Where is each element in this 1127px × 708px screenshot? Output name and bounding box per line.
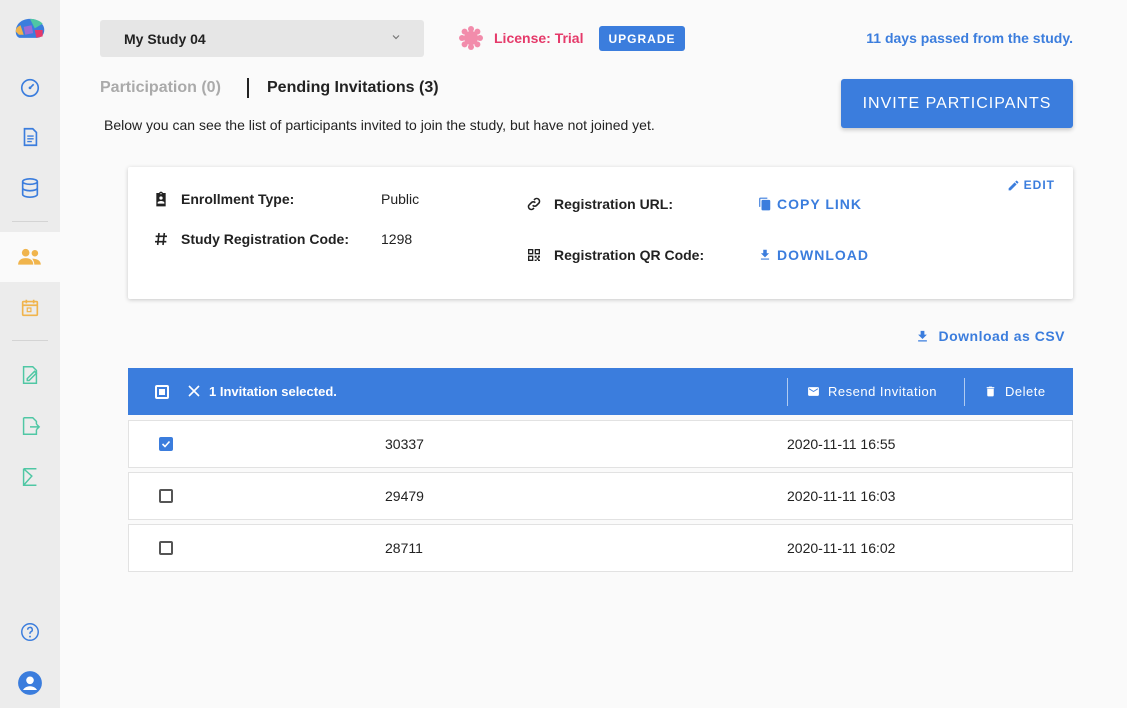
qr-code-icon xyxy=(528,249,540,261)
analytics-icon[interactable] xyxy=(0,457,60,497)
brain-logo-icon[interactable] xyxy=(0,10,60,50)
account-icon[interactable] xyxy=(0,663,60,703)
clear-selection-icon[interactable] xyxy=(187,384,201,398)
download-icon xyxy=(760,249,770,260)
edit-button[interactable]: EDIT xyxy=(1007,178,1055,192)
help-icon[interactable] xyxy=(0,612,60,652)
invitation-date: 2020-11-11 16:55 xyxy=(787,436,896,452)
registration-url-label: Registration URL: xyxy=(554,196,673,212)
tab-participation[interactable]: Participation (0) xyxy=(100,79,221,97)
trash-icon xyxy=(986,386,995,397)
copy-icon xyxy=(759,197,771,211)
tab-divider xyxy=(247,78,249,98)
study-days-info: 11 days passed from the study. xyxy=(866,30,1073,46)
row-checkbox[interactable] xyxy=(159,489,173,503)
study-selector-value: My Study 04 xyxy=(124,30,206,47)
download-csv-button[interactable]: Download as CSV xyxy=(915,328,1065,344)
document-icon[interactable] xyxy=(0,117,60,157)
copy-link-label: COPY LINK xyxy=(777,196,862,212)
hash-icon xyxy=(155,232,167,246)
pencil-icon xyxy=(1008,180,1019,190)
invitation-date: 2020-11-11 16:02 xyxy=(787,540,896,556)
enrollment-type-value: Public xyxy=(381,191,420,207)
participant-id: 29479 xyxy=(385,488,424,504)
export-icon[interactable] xyxy=(0,406,60,446)
row-checkbox[interactable] xyxy=(159,437,173,451)
delete-button[interactable]: Delete xyxy=(984,384,1046,399)
enrollment-type-label: Enrollment Type: xyxy=(181,191,295,207)
license-badge-icon xyxy=(459,26,483,50)
resend-invitation-button[interactable]: Resend Invitation xyxy=(807,384,937,399)
toolbar-divider xyxy=(964,378,965,406)
download-qr-button[interactable]: DOWNLOAD xyxy=(758,247,869,263)
copy-link-button[interactable]: COPY LINK xyxy=(758,196,862,212)
license-status: License: Trial xyxy=(494,30,584,46)
edit-label: EDIT xyxy=(1023,178,1055,192)
download-icon xyxy=(918,330,928,341)
participant-id: 28711 xyxy=(385,540,423,556)
invite-participants-button[interactable]: INVITE PARTICIPANTS xyxy=(841,79,1073,128)
sidebar-divider xyxy=(12,340,48,341)
database-icon[interactable] xyxy=(0,168,60,208)
tab-pending-invitations[interactable]: Pending Invitations (3) xyxy=(267,79,439,97)
calendar-icon[interactable] xyxy=(0,288,60,328)
page-description: Below you can see the list of participan… xyxy=(104,117,655,133)
chevron-down-icon xyxy=(392,35,400,40)
invitation-date: 2020-11-11 16:03 xyxy=(787,488,896,504)
upgrade-button[interactable]: UPGRADE xyxy=(599,26,685,51)
invitation-row[interactable]: 28711 2020-11-11 16:02 xyxy=(128,524,1073,572)
registration-code-value: 1298 xyxy=(381,231,413,247)
mail-icon xyxy=(808,387,819,396)
sidebar xyxy=(0,0,60,708)
registration-code-label: Study Registration Code: xyxy=(181,231,350,247)
selection-toolbar: 1 Invitation selected. Resend Invitation… xyxy=(128,368,1073,415)
study-registration-card: EDIT Enrollment Type: Public Study Regis… xyxy=(128,167,1073,299)
invitation-row[interactable]: 29479 2020-11-11 16:03 xyxy=(128,472,1073,520)
delete-label: Delete xyxy=(1005,384,1046,399)
clipboard-icon xyxy=(156,191,166,207)
dashboard-icon[interactable] xyxy=(0,67,60,107)
link-icon xyxy=(527,197,541,211)
participants-icon[interactable] xyxy=(0,232,60,282)
download-qr-label: DOWNLOAD xyxy=(777,247,869,263)
invitation-row[interactable]: 30337 2020-11-11 16:55 xyxy=(128,420,1073,468)
selection-count: 1 Invitation selected. xyxy=(209,384,337,399)
toolbar-divider xyxy=(787,378,788,406)
study-selector[interactable]: My Study 04 xyxy=(100,20,424,57)
resend-invitation-label: Resend Invitation xyxy=(828,384,937,399)
edit-document-icon[interactable] xyxy=(0,355,60,395)
participant-id: 30337 xyxy=(385,436,424,452)
select-all-checkbox[interactable] xyxy=(155,385,169,399)
download-csv-label: Download as CSV xyxy=(938,328,1065,344)
checkmark-icon xyxy=(161,440,171,448)
qr-code-label: Registration QR Code: xyxy=(554,247,705,263)
sidebar-divider xyxy=(12,221,48,222)
row-checkbox[interactable] xyxy=(159,541,173,555)
